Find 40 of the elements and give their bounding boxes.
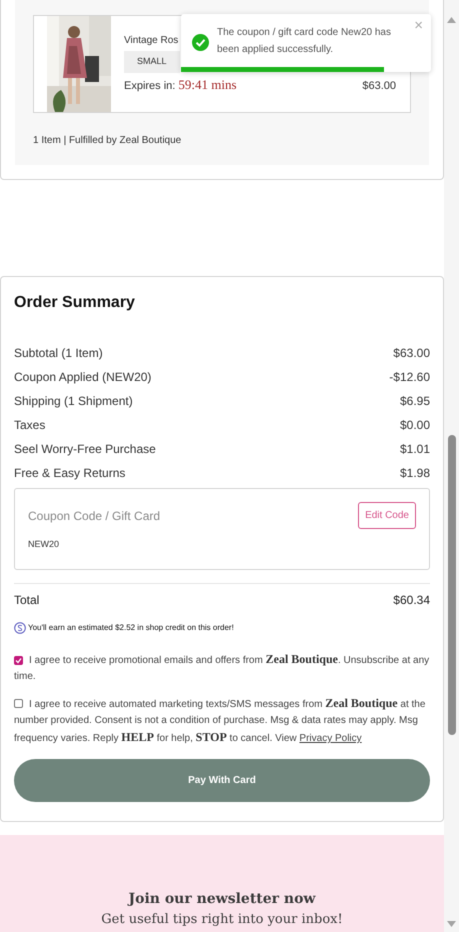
fulfillment-text: 1 Item | Fulfilled by Zeal Boutique (33, 134, 182, 148)
summary-label: Taxes (14, 417, 46, 434)
total-amount: $60.34 (393, 592, 430, 609)
summary-label: Seel Worry-Free Purchase (14, 441, 156, 458)
expires-time: 59:41 mins (178, 76, 237, 94)
consent-text: I agree to receive automated marketing texts/SMS messages from Zeal Boutique at the number provided. Consent is not a condition of purchase. Msg & data rates may apply. Msg frequency varies. Reply HELP for help, STOP to cancel. View Privacy Policy (14, 695, 426, 746)
newsletter-subtitle: Get useful tips right into your inbox! (101, 911, 343, 929)
summary-amount: -$12.60 (389, 369, 430, 386)
consent-checkbox[interactable] (14, 699, 23, 708)
item-price: $63.00 (362, 79, 396, 94)
newsletter-title: Join our newsletter now (128, 890, 316, 909)
scroll-up-icon[interactable] (447, 17, 456, 23)
edit-code-button[interactable]: Edit Code (358, 502, 416, 529)
consent-text: I agree to receive promotional emails and offers from Zeal Boutique. Unsubscribe at any time. (14, 651, 430, 684)
summary-amount: $63.00 (393, 345, 430, 362)
toast-message: The coupon / gift card code New20 has been applied successfully. (217, 26, 392, 57)
summary-amount: $6.95 (400, 393, 430, 410)
pay-with-card-button[interactable]: Pay With Card (14, 759, 430, 802)
summary-label: Shipping (1 Shipment) (14, 393, 133, 410)
summary-amount: $1.01 (400, 441, 430, 458)
summary-label: Coupon Applied (NEW20) (14, 369, 152, 386)
expires-label: Expires in: (124, 78, 176, 94)
privacy-policy-link[interactable]: Privacy Policy (299, 733, 362, 744)
order-summary-title: Order Summary (14, 293, 136, 313)
summary-amount: $1.98 (400, 465, 430, 482)
close-button[interactable]: × (414, 17, 423, 35)
coupon-label: Coupon Code / Gift Card (28, 508, 160, 524)
credit-note: You'll earn an estimated $2.52 in shop credit on this order! (28, 622, 234, 634)
summary-amount: $0.00 (400, 417, 430, 434)
summary-label: Subtotal (1 Item) (14, 345, 103, 362)
total-label: Total (14, 592, 40, 609)
consent-checkbox[interactable] (14, 656, 23, 665)
scrollbar-thumb[interactable] (448, 435, 456, 735)
size-badge: SMALL (124, 51, 180, 72)
product-name: Vintage Ros (124, 34, 178, 48)
coupon-code: NEW20 (28, 538, 60, 551)
success-check-icon (192, 34, 209, 51)
credit-coin-icon (14, 622, 26, 634)
summary-label: Free & Easy Returns (14, 465, 126, 482)
scroll-down-icon[interactable] (447, 921, 456, 927)
